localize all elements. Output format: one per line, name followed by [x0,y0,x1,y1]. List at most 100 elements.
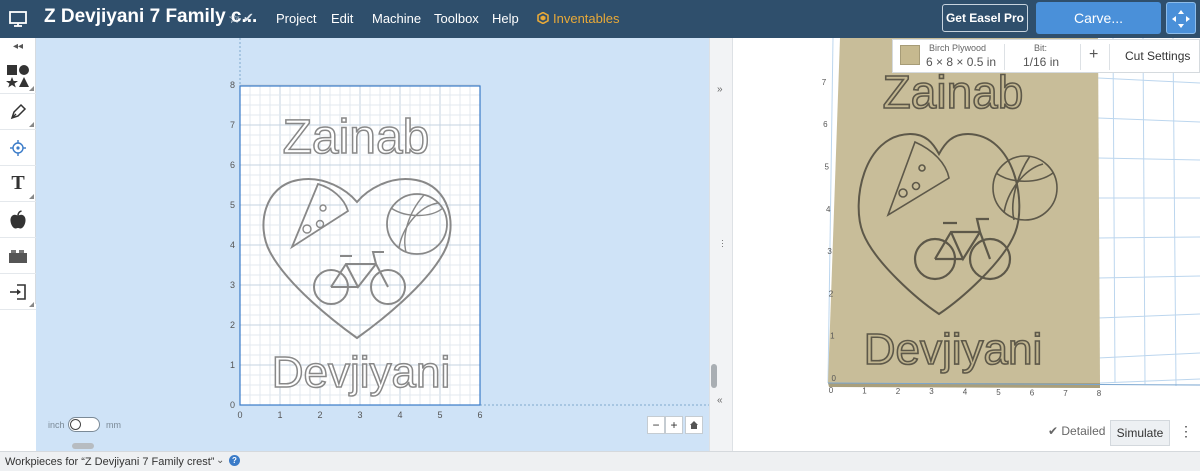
preview-x-tick-label: 1 [862,386,867,395]
preview-y-tick-label: 0 [832,374,837,383]
menu-project[interactable]: Project [276,11,316,26]
resize-handle-icon[interactable]: · · · [721,236,724,251]
y-tick-label: 1 [230,360,235,370]
chevron-down-icon[interactable]: ⌄ [216,455,224,466]
unit-mm-label: mm [106,420,121,430]
x-tick-label: 5 [437,410,442,420]
x-axis-ticks: 0 1 2 3 4 5 6 [237,410,482,420]
y-tick-label: 7 [230,120,235,130]
expand-right-icon[interactable]: » [717,84,723,95]
apple-icon [10,209,26,229]
menu-edit[interactable]: Edit [331,11,353,26]
help-icon[interactable]: ? [229,455,240,466]
pen-icon [10,103,27,119]
inventables-link[interactable]: Inventables [537,11,620,26]
menu-toolbox[interactable]: Toolbox [434,11,479,26]
target-icon [10,139,26,156]
zoom-in-button[interactable]: + [665,416,683,434]
text-icon: T [11,172,25,194]
home-icon [690,421,698,429]
design-svg: 0 1 2 3 4 5 6 0 1 2 3 4 5 6 7 8 Zainab Devjiyani [230,38,709,420]
text-tool[interactable]: T [0,166,36,202]
inventables-label: Inventables [553,11,620,26]
menu-help[interactable]: Help [492,11,519,26]
cut-settings-button[interactable]: Cut Settings [1125,49,1190,63]
app-logo-icon[interactable] [8,9,28,29]
shapes-tool[interactable] [0,58,36,94]
zoom-controls: − + [647,416,703,434]
preview-text-bottom: Devjiyani [864,325,1043,374]
zoom-out-button[interactable]: − [647,416,665,434]
bit-label: Bit: [1034,43,1048,53]
bricks-tool[interactable] [0,238,36,274]
detailed-toggle[interactable]: ✔ Detailed [1048,424,1105,438]
design-text-bottom[interactable]: Devjiyani [271,347,451,398]
preview-y-tick-label: 1 [830,332,835,341]
material-dimensions[interactable]: 6 × 8 × 0.5 in [926,55,996,69]
apps-tool[interactable] [0,202,36,238]
horizontal-scrollbar[interactable] [72,443,94,449]
x-tick-label: 6 [477,410,482,420]
preview-y-tick-label: 4 [826,205,831,214]
top-bar: Z Devjiyani 7 Family c... ☆ ✔ Project Ed… [0,0,1200,38]
detailed-label: Detailed [1061,424,1106,438]
move-arrows-icon [1172,10,1190,28]
import-icon [10,283,26,300]
left-toolbar: ◂◂ T [0,38,36,310]
inventables-hex-icon [537,12,549,24]
preview-svg: 0 1 2 3 4 5 6 7 0 1 2 3 4 5 6 7 8 Zainab Devjiyani [822,38,1200,398]
star-icon[interactable]: ☆ [228,10,241,27]
design-canvas[interactable]: 0 1 2 3 4 5 6 0 1 2 3 4 5 6 7 8 Zainab Devjiyani inch … [36,38,709,451]
y-tick-label: 3 [230,280,235,290]
y-tick-label: 8 [230,80,235,90]
design-text-top[interactable]: Zainab [282,110,430,165]
workpieces-bar[interactable]: Workpieces for “Z Devjiyani 7 Family cre… [0,451,1200,471]
bit-value[interactable]: 1/16 in [1023,55,1059,69]
preview-x-tick-label: 7 [1063,389,1068,398]
y-tick-label: 6 [230,160,235,170]
project-title[interactable]: Z Devjiyani 7 Family c... [44,6,257,28]
move-arrows-button[interactable] [1166,2,1196,34]
preview-y-tick-label: 2 [829,289,834,298]
preview-x-tick-label: 8 [1097,389,1102,398]
vertical-scrollbar[interactable] [711,364,717,388]
get-easel-pro-button[interactable]: Get Easel Pro [942,4,1028,32]
workpieces-label[interactable]: Workpieces for “Z Devjiyani 7 Family cre… [5,456,214,468]
more-options-icon[interactable]: ⋮ [1179,423,1193,440]
target-tool[interactable] [0,130,36,166]
menu-machine[interactable]: Machine [372,11,421,26]
y-tick-label: 5 [230,200,235,210]
carve-button[interactable]: Carve... [1036,2,1161,34]
preview-panel[interactable]: 0 1 2 3 4 5 6 7 0 1 2 3 4 5 6 7 8 Zainab Devjiyani [733,38,1200,451]
y-tick-label: 0 [230,400,235,410]
bricks-icon [9,249,27,263]
material-name[interactable]: Birch Plywood [929,43,986,53]
x-tick-label: 0 [237,410,242,420]
panel-divider[interactable]: » · · · « [709,38,733,451]
unit-inch-label: inch [48,420,65,430]
import-tool[interactable] [0,274,36,310]
y-axis-ticks: 0 1 2 3 4 5 6 7 8 [230,80,235,410]
unit-switch-knob [70,419,81,430]
toolbar-collapse-icon[interactable]: ◂◂ [0,38,36,56]
x-tick-label: 2 [317,410,322,420]
x-tick-label: 3 [357,410,362,420]
preview-y-tick-label: 3 [827,247,832,256]
preview-y-tick-label: 6 [823,120,828,129]
unit-switch[interactable] [68,417,100,432]
material-swatch[interactable] [900,45,920,65]
saved-check-icon: ✔ [243,10,254,25]
y-tick-label: 4 [230,240,235,250]
pen-tool[interactable] [0,94,36,130]
preview-y-tick-label: 7 [822,78,827,87]
preview-text-top: Zainab [883,66,1024,118]
y-tick-label: 2 [230,320,235,330]
material-bar: Birch Plywood 6 × 8 × 0.5 in Bit: 1/16 i… [892,39,1200,73]
home-view-button[interactable] [685,416,703,434]
expand-left-icon[interactable]: « [717,395,723,406]
add-bit-button[interactable]: + [1089,46,1098,64]
simulate-button[interactable]: Simulate [1110,420,1170,446]
x-tick-label: 4 [397,410,402,420]
shapes-icon [6,64,29,87]
check-icon: ✔ [1048,424,1062,438]
